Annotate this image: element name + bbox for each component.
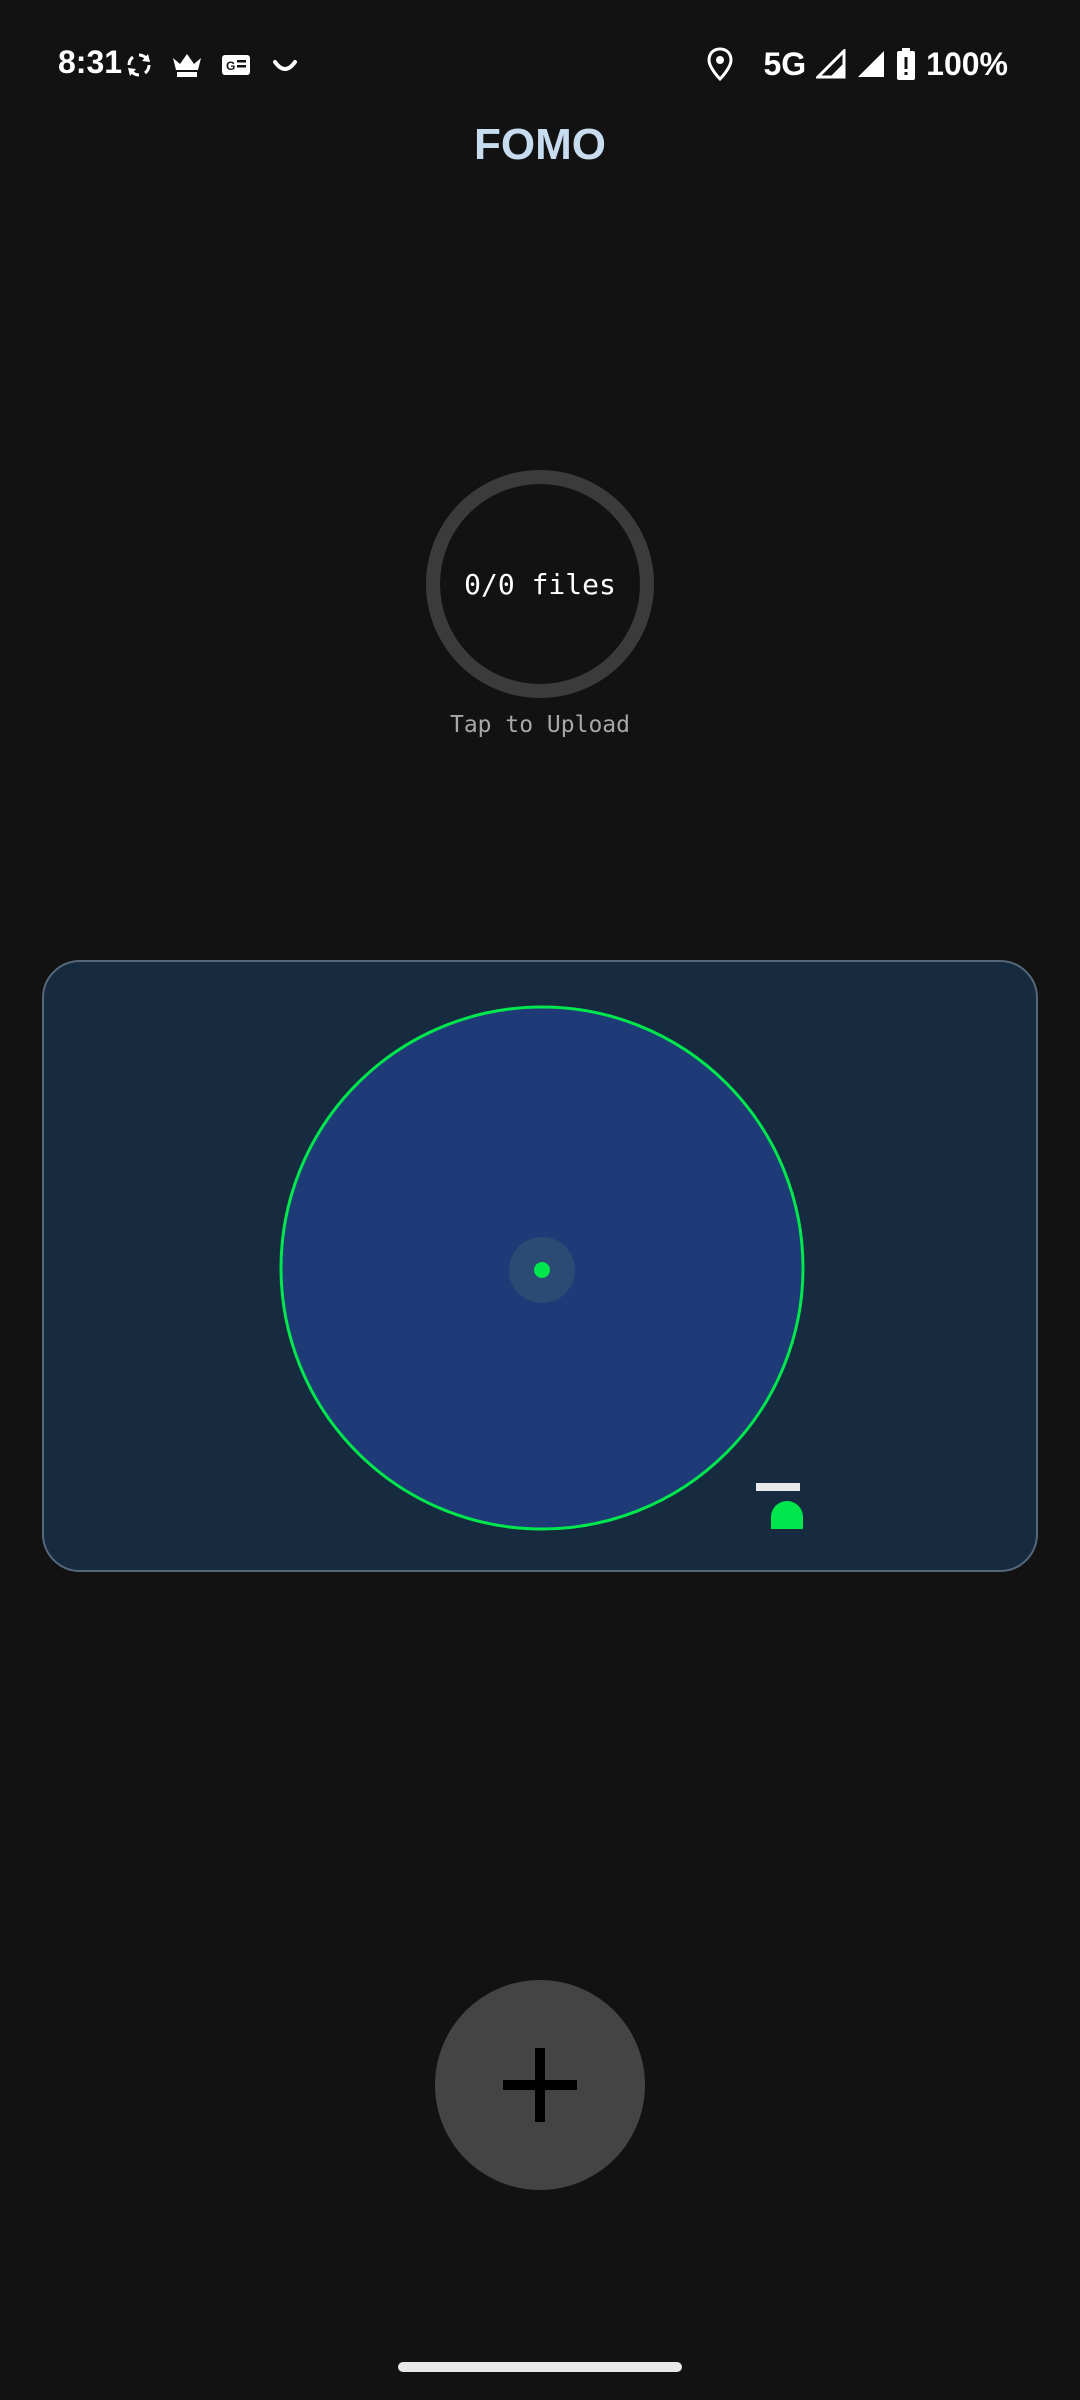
jester-app-icon [173, 54, 201, 77]
status-bar: 8:31 G 5G 100% [0, 0, 1080, 132]
status-right-group: 5G 100% [707, 44, 1008, 84]
upload-file-count: 0/0 files [464, 567, 616, 601]
upload-hint: Tap to Upload [449, 712, 630, 738]
upload-progress-ring[interactable]: 0/0 files [426, 470, 654, 698]
add-button[interactable] [435, 1980, 645, 2190]
svg-text:G: G [226, 59, 235, 73]
network-type: 5G [763, 45, 807, 82]
map-card[interactable] [42, 960, 1038, 1572]
plus-icon [503, 2048, 577, 2122]
smile-icon [273, 60, 297, 71]
current-location-dot [534, 1262, 550, 1278]
app-screen: 8:31 G 5G 100% FOMO 0/0 files Tap to Upl… [0, 0, 1080, 2400]
location-icon [707, 47, 733, 81]
signal-full-icon [858, 51, 885, 77]
status-time: 8:31 [58, 44, 123, 80]
map-view[interactable] [44, 962, 1038, 1572]
app-title: FOMO [474, 120, 606, 169]
battery-percentage: 100% [926, 45, 1008, 82]
sync-icon [127, 53, 151, 77]
home-indicator[interactable] [398, 2362, 682, 2372]
signal-icon [816, 49, 846, 79]
map-attribution-icon [756, 1483, 803, 1529]
news-icon: G [222, 55, 250, 75]
battery-alert-icon [897, 48, 916, 80]
